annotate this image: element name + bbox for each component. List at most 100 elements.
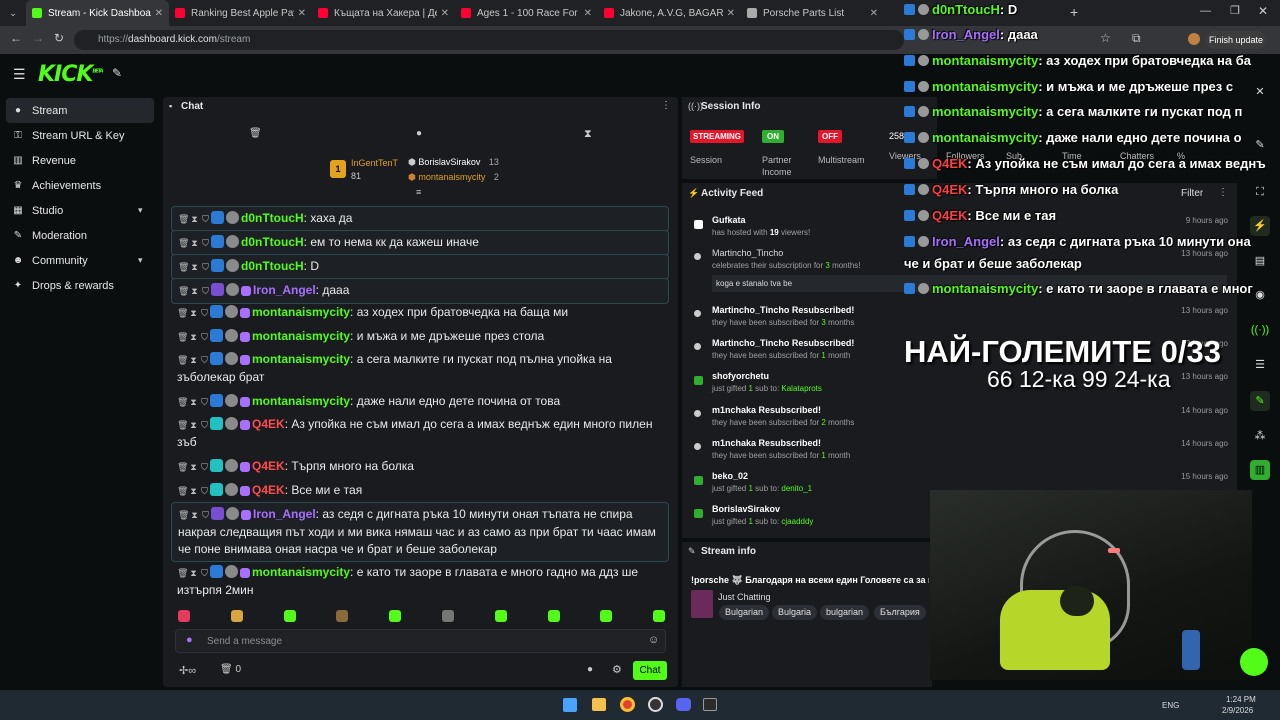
activity-menu-icon[interactable]: ⋮	[1218, 187, 1228, 198]
activity-gift-target[interactable]: cjaadddy	[781, 517, 813, 526]
activity-item[interactable]: m1nchaka Resubscribed! they have been sub…	[712, 405, 854, 427]
delete-message-icon[interactable]: 🗑	[177, 305, 188, 322]
rail-pencil-icon[interactable]: ✎	[1250, 135, 1270, 155]
browser-tab[interactable]: Ages 1 - 100 Race For $250,000 ✕	[455, 0, 598, 26]
timeout-icon[interactable]: ⧗	[189, 507, 200, 524]
delete-message-icon[interactable]: 🗑	[178, 235, 189, 252]
chat-username[interactable]: montanaismycity	[252, 565, 350, 579]
chat-username[interactable]: Q4EK	[252, 459, 285, 473]
delete-message-icon[interactable]: 🗑	[178, 507, 189, 524]
activity-item[interactable]: BorislavSirakov just gifted 1 sub to: cja…	[712, 504, 813, 526]
chat-bubble-icon[interactable]: ●	[416, 128, 422, 139]
emote-icon[interactable]	[336, 610, 349, 622]
chat-username[interactable]: Q4EK	[252, 417, 285, 431]
stream-tag[interactable]: Bulgaria	[772, 605, 818, 620]
emote-icon[interactable]	[442, 610, 454, 622]
chat-settings-icon[interactable]: ⚙	[612, 663, 622, 676]
chat-message[interactable]: 🗑 ⧗ ⛉ montanaismycity: и мъжа и ме дръжеше …	[171, 325, 669, 349]
rail-share-icon[interactable]: ⁂	[1250, 426, 1270, 446]
rail-chart-icon[interactable]: ▥	[1250, 460, 1270, 480]
finish-update-button[interactable]: Finish update	[1206, 31, 1266, 49]
activity-item[interactable]: shofyorchetu just gifted 1 sub to: Kalata…	[712, 371, 822, 393]
emote-icon[interactable]	[547, 610, 560, 622]
activity-gift-target[interactable]: Kalataprots	[781, 384, 821, 393]
chat-message[interactable]: 🗑 ⧗ ⛉ montanaismycity: даже нали едно дете …	[171, 390, 669, 414]
green-circle-button[interactable]	[1240, 648, 1268, 676]
chat-username[interactable]: montanaismycity	[252, 394, 350, 408]
timeout-icon[interactable]: ⧗	[188, 417, 199, 434]
chat-message[interactable]: 🗑 ⧗ ⛉ montanaismycity: аз ходех при братовч…	[171, 301, 669, 325]
timeout-icon[interactable]: ⧗	[189, 259, 200, 276]
chat-username[interactable]: d0nTtoucH	[241, 259, 304, 273]
chat-menu-icon[interactable]: ⋮	[661, 100, 671, 111]
emote-icon[interactable]	[653, 610, 666, 622]
language-indicator[interactable]: ENG	[1162, 701, 1179, 710]
activity-item[interactable]: beko_02 just gifted 1 sub to: denito_1	[712, 471, 812, 493]
timeout-icon[interactable]: ⧗	[188, 305, 199, 322]
stream-tag[interactable]: bulgarian	[820, 605, 870, 620]
new-tab-button[interactable]: +	[1070, 4, 1078, 20]
stream-tag[interactable]: България	[874, 605, 926, 620]
rail-bolt-icon[interactable]: ⚡	[1250, 216, 1270, 236]
timeout-icon[interactable]: ⧗	[188, 352, 199, 369]
rail-doc-icon[interactable]: ▤	[1250, 251, 1270, 271]
ban-icon[interactable]: ⛉	[199, 459, 210, 476]
obs-icon[interactable]	[648, 697, 663, 712]
delete-message-icon[interactable]: 🗑	[177, 459, 188, 476]
timeout-icon[interactable]: ⧗	[189, 235, 200, 252]
slow-mode-icon[interactable]: ⧗	[584, 128, 592, 141]
profile-avatar[interactable]	[1188, 33, 1200, 45]
explorer-icon[interactable]	[592, 698, 606, 711]
emote-icon[interactable]	[600, 610, 613, 622]
ban-icon[interactable]: ⛉	[200, 211, 211, 228]
start-icon[interactable]	[563, 698, 577, 712]
chat-settings-bubble-icon[interactable]: ●	[587, 664, 593, 675]
delete-message-icon[interactable]: 🗑	[178, 259, 189, 276]
rail-broadcast-icon[interactable]: ((·))	[1250, 320, 1270, 340]
delete-message-icon[interactable]: 🗑	[177, 329, 188, 346]
chat-message[interactable]: 🗑 ⧗ ⛉ d0nTtoucH: D	[171, 254, 669, 280]
browser-tab[interactable]: Porsche Parts List ✕	[741, 0, 884, 26]
sidebar-item[interactable]: ♛ Achievements	[0, 173, 160, 198]
collapse-handle-icon[interactable]: ≡	[416, 187, 421, 197]
emote-icon[interactable]	[494, 610, 507, 622]
sidebar-item[interactable]: ● Stream	[6, 98, 154, 123]
hamburger-menu-icon[interactable]: ☰	[13, 66, 26, 83]
chat-message[interactable]: 🗑 ⧗ ⛉ Q4EK: Аз упойка не съм имал до сега а…	[171, 413, 669, 454]
chat-username[interactable]: montanaismycity	[252, 352, 350, 366]
browser-tab[interactable]: Jakone, A.V.G, BAGARDI, Goro ✕	[598, 0, 741, 26]
tab-close-icon[interactable]: ✕	[441, 8, 449, 19]
sidebar-item[interactable]: ▥ Revenue	[0, 148, 160, 173]
chevron-down-icon[interactable]: ▾	[138, 255, 143, 266]
browser-tab[interactable]: Stream - Kick Dashboard ✕	[26, 0, 169, 26]
discord-icon[interactable]	[676, 698, 691, 711]
bookmark-star-icon[interactable]: ☆	[1100, 31, 1111, 45]
activity-item[interactable]: Martincho_Tincho Resubscribed! they have …	[712, 305, 854, 327]
activity-item[interactable]: Gufkata has hosted with 19 viewers!	[712, 215, 810, 237]
browser-tab[interactable]: Ranking Best Apple Pay Pranks ✕	[169, 0, 312, 26]
delete-message-icon[interactable]: 🗑	[177, 352, 188, 369]
mic-icon[interactable]: ●	[186, 634, 193, 646]
activity-gift-target[interactable]: denito_1	[781, 484, 812, 493]
timeout-icon[interactable]: ⧗	[188, 483, 199, 500]
back-icon[interactable]: ←	[10, 31, 22, 45]
chat-message[interactable]: 🗑 ⧗ ⛉ Q4EK: Търпя много на болка	[171, 455, 669, 479]
activity-item[interactable]: m1nchaka Resubscribed! they have been sub…	[712, 438, 850, 460]
chevron-down-icon[interactable]: ▾	[138, 205, 143, 216]
tab-close-icon[interactable]: ✕	[298, 8, 306, 19]
rail-list-icon[interactable]: ☰	[1250, 355, 1270, 375]
ban-icon[interactable]: ⛉	[199, 305, 210, 322]
extensions-icon[interactable]: ⧉	[1132, 31, 1141, 46]
activity-filter-button[interactable]: Filter	[1181, 188, 1203, 199]
sidebar-item[interactable]: ✦ Drops & rewards	[0, 273, 160, 298]
clock-date[interactable]: 2/9/2026	[1222, 706, 1253, 715]
terminal-icon[interactable]	[703, 698, 717, 711]
delete-message-icon[interactable]: 🗑	[178, 283, 189, 300]
ban-icon[interactable]: ⛉	[200, 283, 211, 300]
sidebar-item[interactable]: ☻ Community ▾	[0, 248, 160, 273]
tab-close-icon[interactable]: ✕	[727, 8, 735, 19]
send-chat-button[interactable]: Chat	[633, 661, 667, 680]
chat-username[interactable]: montanaismycity	[252, 305, 350, 319]
tab-search-icon[interactable]: ⌄	[0, 0, 26, 26]
emote-icon[interactable]	[178, 610, 190, 622]
